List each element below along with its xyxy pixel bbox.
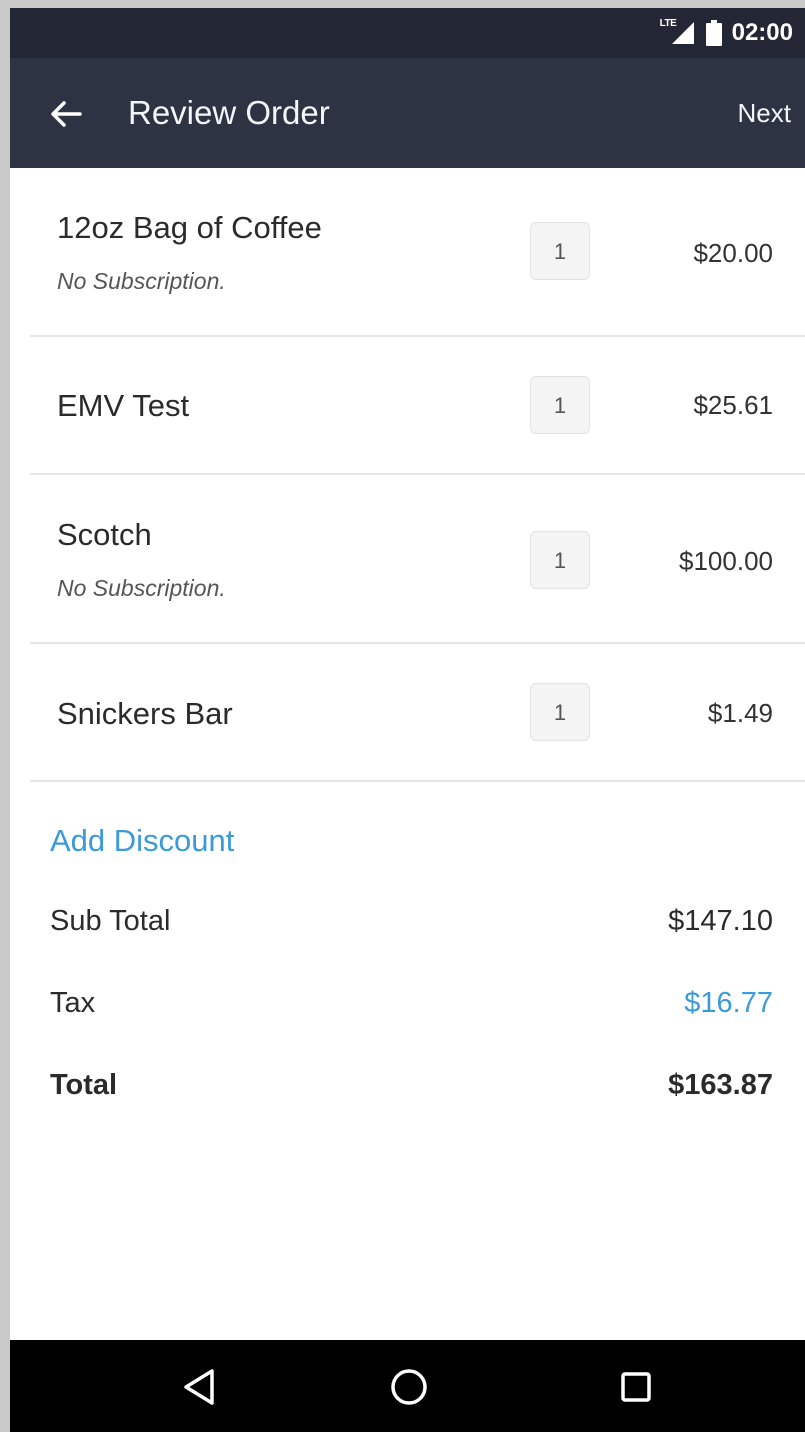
back-button[interactable] [44, 92, 88, 136]
order-item[interactable]: Scotch No Subscription. 1 $100.00 [10, 475, 805, 643]
total-value: $163.87 [668, 1069, 773, 1101]
signal-icon: LTE [659, 18, 696, 46]
quantity-field[interactable]: 1 [530, 222, 590, 280]
item-subscription: No Subscription. [57, 575, 226, 601]
subtotal-label: Sub Total [50, 905, 171, 937]
item-price: $25.61 [693, 390, 773, 420]
page-title: Review Order [128, 94, 330, 131]
total-label: Total [50, 1069, 118, 1101]
quantity-field[interactable]: 1 [530, 531, 590, 589]
tax-label: Tax [50, 987, 96, 1019]
item-subscription: No Subscription. [57, 268, 226, 294]
subtotal-value: $147.10 [668, 905, 773, 937]
order-item[interactable]: Snickers Bar 1 $1.49 [10, 644, 805, 780]
order-item[interactable]: 12oz Bag of Coffee No Subscription. 1 $2… [10, 168, 805, 338]
divider [30, 780, 805, 782]
status-time: 02:00 [731, 19, 793, 46]
phone-screen: LTE 02:00 Review Order Next 12oz Bag of … [10, 8, 805, 1432]
app-bar: Review Order Next [10, 58, 805, 168]
item-price: $20.00 [693, 238, 773, 268]
item-name: 12oz Bag of Coffee [57, 210, 322, 245]
item-price: $100.00 [679, 546, 773, 576]
quantity-field[interactable]: 1 [530, 683, 590, 741]
item-name: Snickers Bar [57, 696, 233, 731]
divider [30, 335, 805, 337]
nav-recents-button[interactable] [613, 1364, 659, 1410]
add-discount-link[interactable]: Add Discount [50, 823, 234, 859]
network-type-label: LTE [659, 18, 677, 29]
navigation-bar [10, 1340, 805, 1432]
status-bar: LTE 02:00 [10, 8, 805, 58]
quantity-field[interactable]: 1 [530, 376, 590, 434]
total-row: Total $163.87 [50, 1069, 773, 1109]
next-button[interactable]: Next [738, 58, 791, 168]
item-price: $1.49 [707, 698, 773, 728]
nav-home-button[interactable] [386, 1364, 432, 1410]
order-item[interactable]: EMV Test 1 $25.61 [10, 338, 805, 473]
subtotal-row: Sub Total $147.10 [50, 905, 773, 945]
tax-value[interactable]: $16.77 [684, 987, 773, 1020]
battery-icon [705, 20, 722, 46]
tax-row: Tax $16.77 [50, 987, 773, 1027]
triangle-back-icon [184, 1369, 214, 1405]
item-name: Scotch [57, 517, 152, 552]
arrow-left-icon [51, 101, 82, 127]
item-name: EMV Test [57, 388, 190, 423]
square-recents-icon [621, 1372, 651, 1402]
nav-back-button[interactable] [176, 1364, 222, 1410]
circle-home-icon [391, 1369, 427, 1405]
